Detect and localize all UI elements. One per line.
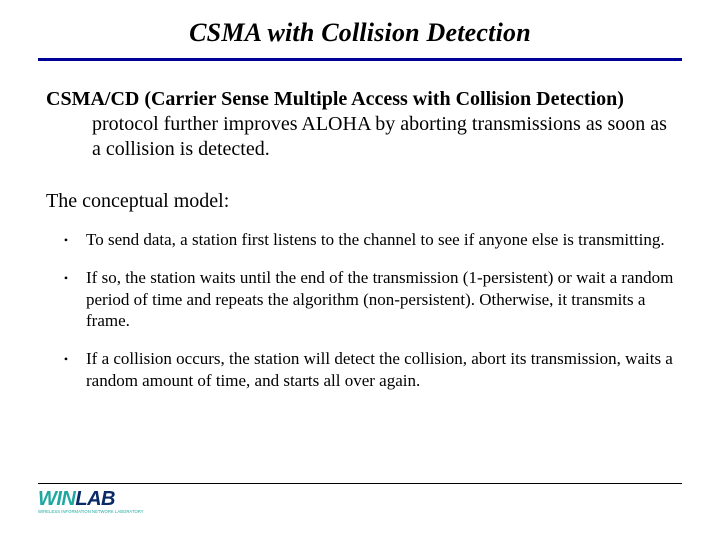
bullet-icon: •: [46, 267, 86, 286]
intro-bold: CSMA/CD (Carrier Sense Multiple Access w…: [46, 88, 624, 110]
title-underline: [38, 58, 682, 61]
bullet-text: If so, the station waits until the end o…: [86, 267, 674, 332]
slide-footer: WINLAB WIRELESS INFORMATION NETWORK LABO…: [38, 483, 682, 518]
bullet-list: • To send data, a station first listens …: [46, 229, 674, 392]
logo-main: WINLAB: [38, 490, 144, 509]
bullet-text: If a collision occurs, the station will …: [86, 348, 674, 392]
list-item: • If a collision occurs, the station wil…: [46, 348, 674, 392]
list-item: • To send data, a station first listens …: [46, 229, 674, 251]
bullet-icon: •: [46, 229, 86, 248]
intro-rest: protocol further improves ALOHA by abort…: [92, 113, 667, 160]
intro-paragraph: CSMA/CD (Carrier Sense Multiple Access w…: [46, 87, 674, 162]
logo-teal-text: WIN: [38, 488, 75, 510]
slide: CSMA with Collision Detection CSMA/CD (C…: [0, 0, 720, 540]
winlab-logo: WINLAB WIRELESS INFORMATION NETWORK LABO…: [38, 490, 144, 514]
slide-title: CSMA with Collision Detection: [38, 18, 682, 48]
slide-content: CSMA/CD (Carrier Sense Multiple Access w…: [38, 87, 682, 392]
bullet-icon: •: [46, 348, 86, 367]
list-item: • If so, the station waits until the end…: [46, 267, 674, 332]
bullet-text: To send data, a station first listens to…: [86, 229, 674, 251]
logo-navy-text: LAB: [75, 488, 115, 510]
model-heading: The conceptual model:: [46, 190, 674, 213]
footer-rule: [38, 483, 682, 484]
logo-subtext: WIRELESS INFORMATION NETWORK LABORATORY: [38, 509, 144, 514]
